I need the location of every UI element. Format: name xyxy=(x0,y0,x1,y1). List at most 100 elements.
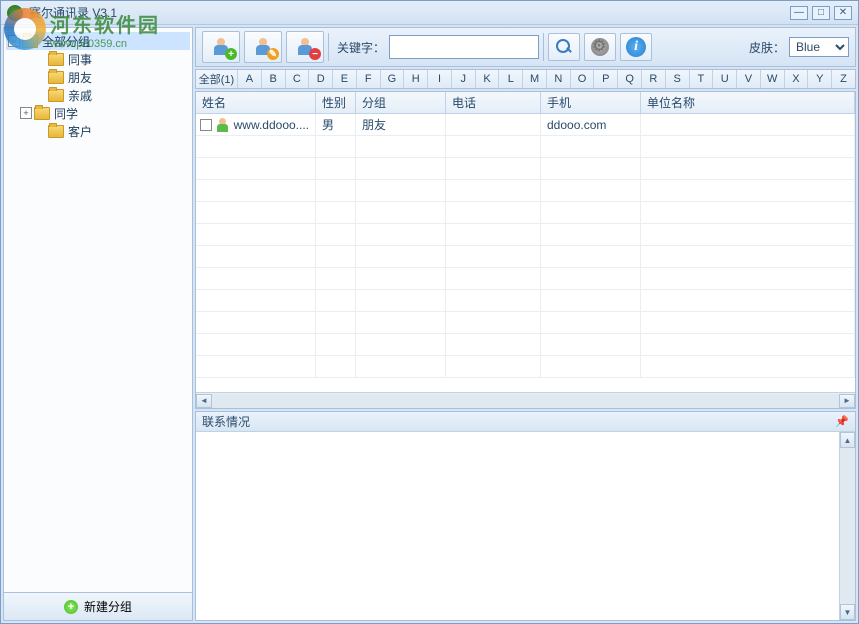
new-group-button[interactable]: + 新建分组 xyxy=(4,592,192,620)
scroll-up-button[interactable]: ▲ xyxy=(840,432,855,448)
tree-node-group[interactable]: 亲戚 xyxy=(6,86,190,104)
alpha-letter-button[interactable]: C xyxy=(286,70,310,88)
alpha-letter-button[interactable]: F xyxy=(357,70,381,88)
table-row xyxy=(196,356,855,378)
add-contact-button[interactable]: + xyxy=(202,31,240,63)
tree-label: 朋友 xyxy=(68,69,92,86)
search-icon xyxy=(556,39,572,55)
row-checkbox[interactable] xyxy=(200,119,212,131)
alpha-letter-button[interactable]: B xyxy=(262,70,286,88)
settings-button[interactable] xyxy=(584,33,616,61)
horizontal-scrollbar[interactable]: ◄ ► xyxy=(196,392,855,408)
alpha-letter-button[interactable]: R xyxy=(642,70,666,88)
alpha-letter-button[interactable]: U xyxy=(713,70,737,88)
cell-mobile: ddooo.com xyxy=(541,114,641,135)
alpha-letter-button[interactable]: Y xyxy=(808,70,832,88)
scroll-track[interactable] xyxy=(840,448,855,604)
scroll-track[interactable] xyxy=(212,394,839,408)
titlebar: 赛尔通讯录 V3.1 — □ ✕ xyxy=(1,1,858,25)
alpha-letter-button[interactable]: E xyxy=(333,70,357,88)
collapse-icon[interactable]: − xyxy=(8,35,20,47)
tree-node-group[interactable]: 客户 xyxy=(6,122,190,140)
tree-root-all-groups[interactable]: − 全部分组 xyxy=(6,32,190,50)
cell-gender: 男 xyxy=(316,114,356,135)
column-header-group[interactable]: 分组 xyxy=(356,92,446,113)
alpha-letter-button[interactable]: I xyxy=(428,70,452,88)
alpha-letter-button[interactable]: N xyxy=(547,70,571,88)
alpha-letter-button[interactable]: P xyxy=(594,70,618,88)
alpha-letter-button[interactable]: V xyxy=(737,70,761,88)
grid-body: www.ddooo.... 男 朋友 ddooo.com xyxy=(196,114,855,392)
table-row[interactable]: www.ddooo.... 男 朋友 ddooo.com xyxy=(196,114,855,136)
folder-icon xyxy=(34,107,50,120)
detail-content xyxy=(196,432,839,620)
table-row xyxy=(196,312,855,334)
info-button[interactable]: i xyxy=(620,33,652,61)
tree-label: 客户 xyxy=(68,123,92,140)
delete-badge-icon: − xyxy=(309,48,321,60)
skin-label: 皮肤： xyxy=(749,39,785,56)
alpha-letter-button[interactable]: H xyxy=(404,70,428,88)
tree-node-group[interactable]: 朋友 xyxy=(6,68,190,86)
keyword-label: 关键字： xyxy=(337,39,385,56)
add-badge-icon: + xyxy=(225,48,237,60)
minimize-button[interactable]: — xyxy=(790,6,808,20)
table-row xyxy=(196,202,855,224)
table-row xyxy=(196,224,855,246)
tree-label: 同事 xyxy=(68,51,92,68)
folder-icon xyxy=(48,125,64,138)
detail-header: 联系情况 📌 xyxy=(196,412,855,432)
column-header-mobile[interactable]: 手机 xyxy=(541,92,641,113)
folder-icon xyxy=(48,89,64,102)
column-header-name[interactable]: 姓名 xyxy=(196,92,316,113)
column-header-phone[interactable]: 电话 xyxy=(446,92,541,113)
search-button[interactable] xyxy=(548,33,580,61)
app-icon xyxy=(7,5,23,21)
alpha-letter-button[interactable]: L xyxy=(499,70,523,88)
alpha-letter-button[interactable]: O xyxy=(571,70,595,88)
alpha-letter-button[interactable]: T xyxy=(690,70,714,88)
edit-contact-button[interactable]: ✎ xyxy=(244,31,282,63)
skin-select[interactable]: Blue xyxy=(789,37,849,57)
alpha-letter-button[interactable]: S xyxy=(666,70,690,88)
table-row xyxy=(196,158,855,180)
vertical-scrollbar[interactable]: ▲ ▼ xyxy=(839,432,855,620)
alpha-letter-button[interactable]: Z xyxy=(832,70,855,88)
expand-icon[interactable]: + xyxy=(20,107,32,119)
alpha-letter-button[interactable]: X xyxy=(785,70,809,88)
tree-label: 亲戚 xyxy=(68,87,92,104)
sidebar: − 全部分组 同事 朋友 亲戚 xyxy=(3,27,193,621)
tree-label: 同学 xyxy=(54,105,78,122)
table-row xyxy=(196,334,855,356)
gear-icon xyxy=(591,38,609,56)
delete-contact-button[interactable]: − xyxy=(286,31,324,63)
maximize-button[interactable]: □ xyxy=(812,6,830,20)
grid-header: 姓名 性别 分组 电话 手机 单位名称 xyxy=(196,92,855,114)
alpha-letter-button[interactable]: M xyxy=(523,70,547,88)
pin-icon[interactable]: 📌 xyxy=(835,415,849,428)
column-header-gender[interactable]: 性别 xyxy=(316,92,356,113)
alpha-all-button[interactable]: 全部(1) xyxy=(196,70,238,88)
folder-icon xyxy=(48,53,64,66)
scroll-right-button[interactable]: ► xyxy=(839,394,855,408)
scroll-left-button[interactable]: ◄ xyxy=(196,394,212,408)
toolbar: + ✎ − 关键字： xyxy=(195,27,856,67)
alpha-letter-button[interactable]: J xyxy=(452,70,476,88)
tree-node-group[interactable]: 同事 xyxy=(6,50,190,68)
contacts-grid: 姓名 性别 分组 电话 手机 单位名称 www.ddooo.... 男 xyxy=(195,91,856,409)
alpha-letter-button[interactable]: W xyxy=(761,70,785,88)
folder-icon xyxy=(22,35,38,48)
column-header-company[interactable]: 单位名称 xyxy=(641,92,855,113)
table-row xyxy=(196,268,855,290)
close-button[interactable]: ✕ xyxy=(834,6,852,20)
alpha-letter-button[interactable]: A xyxy=(238,70,262,88)
tree-node-group[interactable]: + 同学 xyxy=(6,104,190,122)
scroll-down-button[interactable]: ▼ xyxy=(840,604,855,620)
alpha-letter-button[interactable]: K xyxy=(476,70,500,88)
window-title: 赛尔通讯录 V3.1 xyxy=(29,4,790,21)
alpha-letter-button[interactable]: G xyxy=(381,70,405,88)
cell-group: 朋友 xyxy=(356,114,446,135)
alpha-letter-button[interactable]: Q xyxy=(618,70,642,88)
alpha-letter-button[interactable]: D xyxy=(309,70,333,88)
keyword-input[interactable] xyxy=(389,35,539,59)
